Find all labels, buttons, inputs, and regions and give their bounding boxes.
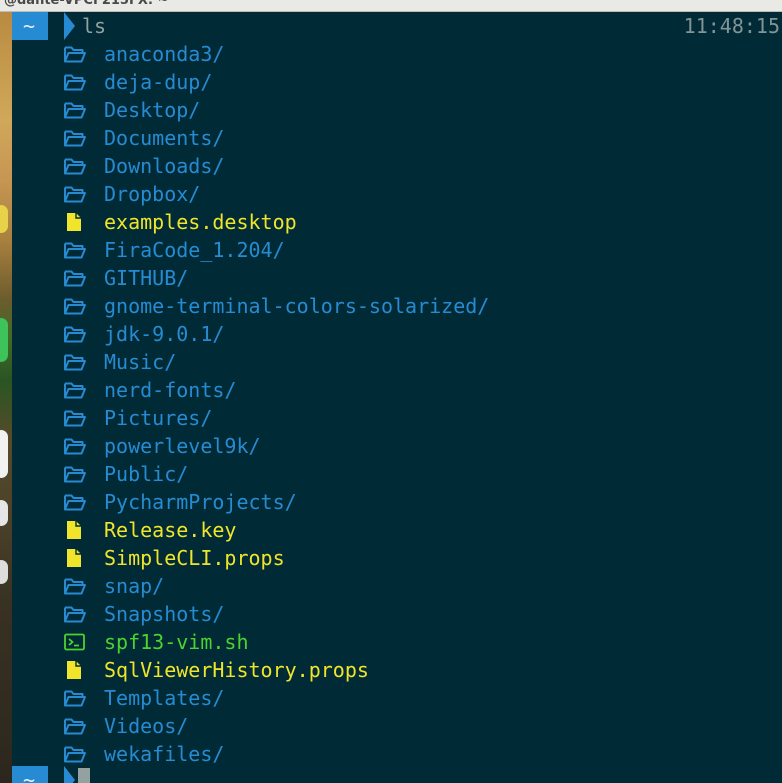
entry-name: Documents/ — [104, 126, 225, 150]
file-icon — [63, 548, 87, 568]
terminal-viewport[interactable]: ~ ls 11:48:15 anaconda3/deja-dup/Desktop… — [12, 12, 782, 783]
entry-name: Release.key — [104, 518, 237, 542]
prompt-time: 11:48:15 — [683, 14, 780, 38]
directory-entry: Snapshots/ — [12, 600, 782, 628]
folder-icon — [63, 380, 87, 400]
file-entry: examples.desktop — [12, 208, 782, 236]
desktop-launcher-icon[interactable] — [0, 318, 8, 362]
folder-icon — [63, 128, 87, 148]
desktop-launcher-icon[interactable] — [0, 205, 8, 233]
entry-name: GITHUB/ — [104, 266, 189, 290]
file-entry: SimpleCLI.props — [12, 544, 782, 572]
folder-icon — [63, 604, 87, 624]
directory-entry: anaconda3/ — [12, 40, 782, 68]
directory-entry: Public/ — [12, 460, 782, 488]
directory-entry: wekafiles/ — [12, 740, 782, 768]
entry-name: gnome-terminal-colors-solarized/ — [104, 294, 490, 318]
terminal-icon — [63, 632, 87, 652]
entry-name: powerlevel9k/ — [104, 434, 261, 458]
folder-icon — [63, 744, 87, 764]
folder-icon — [63, 240, 87, 260]
entry-name: SimpleCLI.props — [104, 546, 285, 570]
text-cursor[interactable] — [78, 768, 90, 783]
prompt-arrow-icon — [64, 766, 75, 783]
desktop-launcher-icon[interactable] — [0, 560, 8, 584]
folder-icon — [63, 268, 87, 288]
entry-name: Videos/ — [104, 714, 189, 738]
directory-entry: Videos/ — [12, 712, 782, 740]
desktop-launcher-icon[interactable] — [0, 430, 8, 478]
entry-name: Public/ — [104, 462, 189, 486]
terminal-window: @dante-VPCF215FX: ~ ~ ls 11:48:15 anacon… — [0, 0, 782, 783]
entry-name: spf13-vim.sh — [104, 630, 249, 654]
directory-entry: jdk-9.0.1/ — [12, 320, 782, 348]
folder-icon — [63, 324, 87, 344]
directory-entry: snap/ — [12, 572, 782, 600]
folder-icon — [63, 100, 87, 120]
entry-name: Desktop/ — [104, 98, 201, 122]
folder-icon — [63, 44, 87, 64]
prompt-dir-segment: ~ — [12, 766, 49, 783]
folder-icon — [63, 436, 87, 456]
folder-icon — [63, 688, 87, 708]
directory-entry: Music/ — [12, 348, 782, 376]
directory-entry: nerd-fonts/ — [12, 376, 782, 404]
command-text: ls — [82, 14, 107, 38]
entry-name: SqlViewerHistory.props — [104, 658, 369, 682]
file-icon — [63, 212, 87, 232]
entry-name: examples.desktop — [104, 210, 297, 234]
directory-entry: Dropbox/ — [12, 180, 782, 208]
window-titlebar[interactable]: @dante-VPCF215FX: ~ — [0, 0, 782, 12]
entry-name: Dropbox/ — [104, 182, 201, 206]
directory-entry: Pictures/ — [12, 404, 782, 432]
folder-icon — [63, 72, 87, 92]
entry-name: deja-dup/ — [104, 70, 213, 94]
desktop-background-strip — [0, 0, 12, 783]
file-icon — [63, 520, 87, 540]
directory-entry: Downloads/ — [12, 152, 782, 180]
directory-entry: deja-dup/ — [12, 68, 782, 96]
entry-name: jdk-9.0.1/ — [104, 322, 225, 346]
directory-entry: gnome-terminal-colors-solarized/ — [12, 292, 782, 320]
desktop-launcher-icon[interactable] — [0, 500, 8, 526]
directory-entry: FiraCode_1.204/ — [12, 236, 782, 264]
entry-name: PycharmProjects/ — [104, 490, 297, 514]
prompt-dir-segment: ~ — [12, 12, 49, 40]
entry-name: FiraCode_1.204/ — [104, 238, 285, 262]
directory-entry: PycharmProjects/ — [12, 488, 782, 516]
file-entry: Release.key — [12, 516, 782, 544]
file-entry: SqlViewerHistory.props — [12, 656, 782, 684]
folder-icon — [63, 156, 87, 176]
entry-name: wekafiles/ — [104, 742, 225, 766]
entry-name: Pictures/ — [104, 406, 213, 430]
directory-entry: Templates/ — [12, 684, 782, 712]
ls-output-list: anaconda3/deja-dup/Desktop/Documents/Dow… — [12, 40, 782, 768]
entry-name: Templates/ — [104, 686, 225, 710]
directory-entry: Desktop/ — [12, 96, 782, 124]
folder-icon — [63, 576, 87, 596]
folder-icon — [63, 184, 87, 204]
entry-name: Music/ — [104, 350, 177, 374]
folder-icon — [63, 464, 87, 484]
file-icon — [63, 660, 87, 680]
window-title: @dante-VPCF215FX: ~ — [4, 0, 169, 8]
folder-icon — [63, 296, 87, 316]
folder-icon — [63, 716, 87, 736]
directory-entry: GITHUB/ — [12, 264, 782, 292]
entry-name: Snapshots/ — [104, 602, 225, 626]
entry-name: Downloads/ — [104, 154, 225, 178]
directory-entry: Documents/ — [12, 124, 782, 152]
entry-name: anaconda3/ — [104, 42, 225, 66]
folder-icon — [63, 408, 87, 428]
directory-entry: powerlevel9k/ — [12, 432, 782, 460]
executable-entry: spf13-vim.sh — [12, 628, 782, 656]
next-prompt-line[interactable]: ~ — [12, 766, 782, 783]
folder-icon — [63, 492, 87, 512]
command-prompt-line: ~ ls 11:48:15 — [12, 12, 782, 40]
entry-name: nerd-fonts/ — [104, 378, 237, 402]
prompt-arrow-icon — [64, 12, 75, 40]
folder-icon — [63, 352, 87, 372]
entry-name: snap/ — [104, 574, 165, 598]
